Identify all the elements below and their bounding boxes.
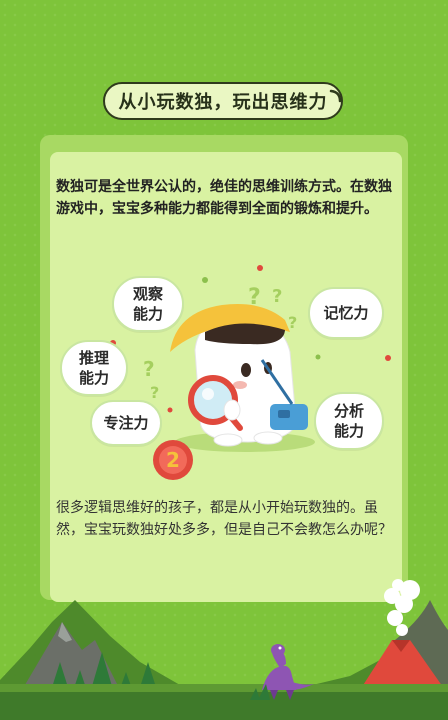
question-mark-icon: ? bbox=[288, 313, 297, 332]
question-mark-icon: ? bbox=[150, 383, 159, 402]
ability-reasoning-bubble: 推理 能力 bbox=[60, 340, 128, 396]
outro-text: 很多逻辑思维好的孩子，都是从小开始玩数独的。虽然，宝宝玩数独好处多多，但是自己不… bbox=[56, 500, 392, 538]
question-mark-icon: ? bbox=[143, 357, 155, 381]
ability-focus-label: 专注力 bbox=[103, 414, 149, 432]
ability-analysis-bubble: 分析 能力 bbox=[314, 392, 384, 450]
number-badge-text: 2 bbox=[166, 448, 180, 472]
ability-observe-bubble: 观察 能力 bbox=[112, 276, 184, 332]
ability-reasoning-label: 推理 能力 bbox=[78, 349, 109, 387]
question-mark-icon: ? bbox=[272, 286, 282, 307]
ability-observe-label: 观察 能力 bbox=[132, 285, 163, 323]
decor-dot bbox=[315, 354, 321, 360]
ability-focus-bubble: 专注力 bbox=[90, 400, 162, 446]
decor-dot bbox=[385, 355, 391, 361]
decor-dot bbox=[202, 277, 208, 283]
character-cheek bbox=[233, 381, 247, 389]
decor-dot bbox=[167, 407, 173, 413]
ability-analysis-label: 分析 能力 bbox=[333, 402, 364, 440]
ground-strip bbox=[0, 690, 448, 720]
decor-dot bbox=[257, 265, 263, 271]
character-eye bbox=[241, 363, 251, 377]
ability-memory-bubble: 记忆力 bbox=[308, 287, 384, 339]
ability-memory-label: 记忆力 bbox=[323, 304, 369, 322]
